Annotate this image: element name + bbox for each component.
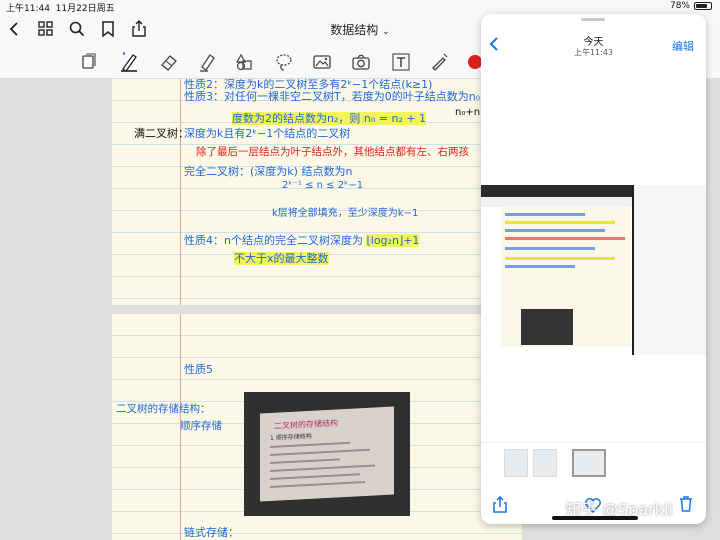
document-title[interactable]: 数据结构 ⌄ — [290, 21, 430, 38]
camera-icon[interactable] — [350, 51, 372, 73]
note-depth-note: k层将全部填充，至少深度为k−1 — [272, 208, 419, 219]
note-sequential-storage: 顺序存储 — [180, 420, 222, 432]
home-indicator[interactable] — [552, 516, 638, 520]
note-property-3-formula: 度数为2的结点数为n₂，则 n₀ = n₂ + 1 — [232, 112, 427, 125]
trash-icon[interactable] — [677, 495, 695, 513]
mini-side-panel — [634, 185, 706, 355]
note-floor-def: 不大于x的最大整数 — [234, 252, 329, 265]
slide-title: 二叉树的存储结构 — [274, 418, 338, 431]
text-icon[interactable] — [390, 51, 412, 73]
highlighter-icon[interactable] — [196, 51, 218, 73]
screenshot-preview-panel[interactable]: 今天 上午11:43 编辑 — [481, 14, 706, 524]
slide-subtitle: 1 顺序存储结构 — [270, 432, 312, 442]
chevron-down-icon: ⌄ — [382, 27, 390, 37]
screenshot-preview[interactable] — [481, 185, 706, 355]
pen-icon[interactable] — [118, 51, 140, 73]
share-icon[interactable] — [491, 496, 509, 514]
note-full-binary-tree-def: 深度为k且有2ᵏ−1个结点的二叉树 — [184, 127, 351, 140]
battery-status: 78% — [670, 1, 712, 11]
note-complete-tree-condition: 除了最后一层结点为叶子结点外，其他结点都有左、右两孩 — [196, 146, 469, 158]
bookmark-icon[interactable] — [98, 19, 118, 39]
note-page-1[interactable]: 性质2：深度为k的二叉树至多有2ᵏ−1个结点(k≥1) 性质3：对任何一棵非空二… — [112, 79, 522, 305]
note-linked-storage: 链式存储： — [184, 526, 239, 539]
page-margin-line — [180, 79, 181, 305]
search-icon[interactable] — [67, 19, 87, 39]
note-page-2[interactable]: 性质5 二叉树的存储结构： 顺序存储 二叉树的存储结构 1 顺序存储结构 链式存… — [112, 314, 522, 540]
back-chevron-icon[interactable] — [5, 19, 25, 39]
status-bar: 上午11:44 11月22日周五 78% — [0, 0, 720, 14]
note-log-formula: ⌊log₂n⌋+1 — [366, 234, 420, 247]
eraser-icon[interactable] — [158, 51, 180, 73]
shapes-icon[interactable] — [233, 51, 255, 73]
mini-document-view — [481, 185, 634, 355]
pen-color-swatch[interactable] — [468, 55, 482, 69]
panel-grabber[interactable] — [581, 18, 605, 21]
slide-screen: 二叉树的存储结构 1 顺序存储结构 — [260, 406, 394, 502]
thumbnail-selected[interactable] — [572, 449, 606, 477]
note-complete-binary-tree: 完全二叉树：(深度为k) 结点数为n — [184, 165, 353, 178]
edit-button[interactable]: 编辑 — [672, 38, 694, 54]
battery-percent: 78% — [669, 1, 690, 11]
embedded-slide-photo[interactable]: 二叉树的存储结构 1 顺序存储结构 — [244, 392, 410, 516]
screenshot-thumbnails — [481, 442, 706, 483]
grid-view-icon[interactable] — [36, 19, 56, 39]
note-storage-structure: 二叉树的存储结构： — [116, 403, 211, 415]
note-full-binary-tree-label: 满二叉树： — [134, 127, 189, 140]
thumbnail[interactable] — [533, 449, 557, 477]
share-icon[interactable] — [129, 19, 149, 39]
battery-icon — [694, 2, 712, 10]
lasso-icon[interactable] — [273, 51, 295, 73]
image-icon[interactable] — [311, 51, 333, 73]
note-node-range: 2ᵏ⁻¹ ≤ n ≤ 2ᵏ−1 — [282, 180, 364, 191]
note-property-3: 性质3：对任何一棵非空二叉树T，若度为0的叶子结点数为n₀， — [184, 90, 492, 103]
note-property-4: 性质4：n个结点的完全二叉树深度为 ⌊log₂n⌋+1 — [184, 234, 420, 247]
note-property-5: 性质5 — [184, 363, 213, 376]
laser-pointer-icon[interactable] — [428, 51, 450, 73]
scroll-mode-icon[interactable] — [78, 51, 100, 73]
thumbnail[interactable] — [504, 449, 528, 477]
